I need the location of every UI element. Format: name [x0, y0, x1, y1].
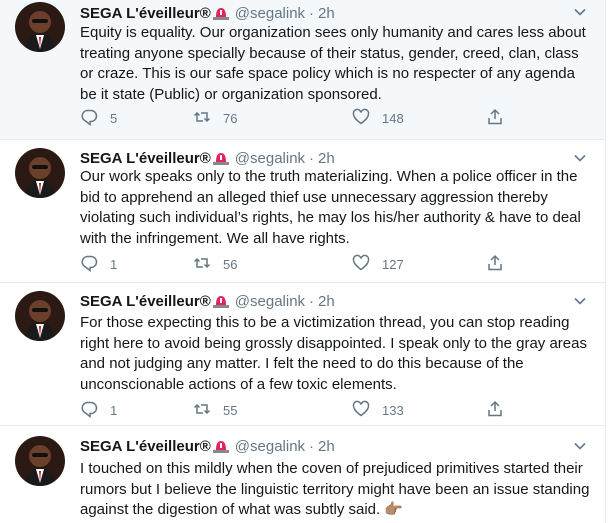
retweet-button[interactable]: 76 [193, 107, 237, 127]
separator-dot: · [309, 4, 315, 22]
reply-count: 1 [110, 402, 118, 418]
reply-icon [81, 401, 98, 418]
separator-dot: · [309, 149, 315, 167]
reply-icon [81, 109, 98, 126]
share-button[interactable] [486, 399, 516, 419]
avatar[interactable] [15, 436, 65, 486]
tweet-actions: 5 76 148 [80, 107, 520, 127]
heart-icon [352, 254, 370, 271]
display-name[interactable]: SEGA L'éveilleur® [80, 150, 211, 167]
handle[interactable]: @segalink [235, 438, 305, 455]
like-button[interactable]: 127 [352, 253, 404, 273]
reply-button[interactable]: 1 [80, 399, 117, 419]
tweet[interactable]: SEGA L'éveilleur® @segalink · 2h Equity … [0, 0, 605, 140]
siren-icon [212, 6, 229, 20]
retweet-button[interactable]: 55 [193, 399, 237, 419]
tweet[interactable]: SEGA L'éveilleur® @segalink · 2h I touch… [0, 426, 605, 523]
display-name[interactable]: SEGA L'éveilleur® [80, 293, 211, 310]
tweet-text: I touched on this mildly when the coven … [80, 459, 590, 521]
tweet-text: Our work speaks only to the truth materi… [80, 168, 581, 247]
share-button[interactable] [486, 107, 516, 127]
siren-icon [212, 294, 229, 308]
siren-icon [212, 439, 229, 453]
like-button[interactable]: 133 [352, 399, 404, 419]
timestamp[interactable]: 2h [318, 5, 335, 22]
tweet-text: For those expecting this to be a victimi… [80, 314, 587, 393]
handle[interactable]: @segalink [235, 5, 305, 22]
share-icon [488, 254, 502, 271]
retweet-button[interactable]: 56 [193, 253, 237, 273]
reply-count: 5 [110, 110, 118, 126]
like-count: 127 [382, 256, 404, 272]
tweet-text: Equity is equality. Our organization see… [80, 24, 586, 103]
tweet-header: SEGA L'éveilleur® @segalink · 2h [80, 436, 335, 456]
tweet-actions: 1 55 133 [80, 399, 520, 419]
separator-dot: · [309, 437, 315, 455]
like-count: 133 [382, 402, 404, 418]
like-count: 148 [382, 110, 404, 126]
retweet-icon [193, 257, 211, 269]
display-name[interactable]: SEGA L'éveilleur® [80, 438, 211, 455]
heart-icon [352, 108, 370, 125]
chevron-down-icon[interactable] [572, 293, 588, 309]
tweet[interactable]: SEGA L'éveilleur® @segalink · 2h For tho… [0, 283, 605, 426]
tweet-text-content: I touched on this mildly when the coven … [80, 460, 590, 519]
share-icon [488, 400, 502, 417]
avatar[interactable] [15, 2, 65, 52]
avatar[interactable] [15, 148, 65, 198]
timestamp[interactable]: 2h [318, 438, 335, 455]
chevron-down-icon[interactable] [572, 4, 588, 20]
tweet-header: SEGA L'éveilleur® @segalink · 2h [80, 148, 335, 168]
siren-icon [212, 151, 229, 165]
retweet-icon [193, 403, 211, 415]
chevron-down-icon[interactable] [572, 438, 588, 454]
reply-button[interactable]: 5 [80, 107, 117, 127]
reply-icon [81, 255, 98, 272]
like-button[interactable]: 148 [352, 107, 404, 127]
separator-dot: · [309, 292, 315, 310]
tweet[interactable]: SEGA L'éveilleur® @segalink · 2h Our wor… [0, 140, 605, 283]
timestamp[interactable]: 2h [318, 293, 335, 310]
avatar[interactable] [15, 291, 65, 341]
tweet-header: SEGA L'éveilleur® @segalink · 2h [80, 291, 335, 311]
tweet-actions: 1 56 127 [80, 253, 520, 273]
retweet-count: 56 [223, 256, 238, 272]
share-icon [488, 108, 502, 125]
chevron-down-icon[interactable] [572, 150, 588, 166]
handle[interactable]: @segalink [235, 150, 305, 167]
share-button[interactable] [486, 253, 516, 273]
tweet-header: SEGA L'éveilleur® @segalink · 2h [80, 3, 335, 23]
heart-icon [352, 400, 370, 417]
retweet-icon [193, 111, 211, 123]
handle[interactable]: @segalink [235, 293, 305, 310]
retweet-count: 55 [223, 402, 238, 418]
timestamp[interactable]: 2h [318, 150, 335, 167]
pointing-hand-emoji: 👉🏽 [384, 501, 404, 519]
display-name[interactable]: SEGA L'éveilleur® [80, 5, 211, 22]
retweet-count: 76 [223, 110, 238, 126]
reply-button[interactable]: 1 [80, 253, 117, 273]
timeline-feed: SEGA L'éveilleur® @segalink · 2h Equity … [0, 0, 606, 523]
reply-count: 1 [110, 256, 118, 272]
